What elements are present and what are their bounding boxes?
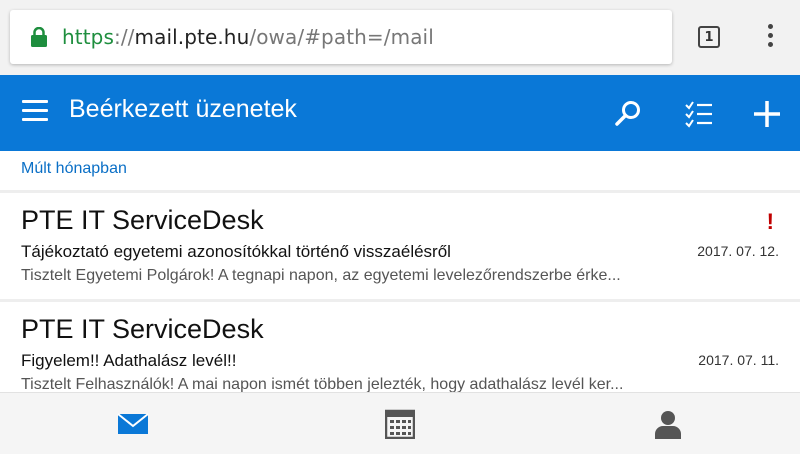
message-subject: Figyelem!! Adathalász levél!! [21,351,237,370]
nav-calendar[interactable] [360,393,440,454]
hamburger-icon[interactable] [22,100,48,122]
lock-icon [31,27,47,47]
folder-title: Beérkezett üzenetek [69,95,297,123]
message-item[interactable]: PTE IT ServiceDesk ! Tájékoztató egyetem… [0,193,800,300]
importance-flag-icon: ! [766,209,774,234]
app-header: Beérkezett üzenetek [0,75,800,151]
message-subject: Tájékoztató egyetemi azonosítókkal törté… [21,242,451,261]
section-header: Múlt hónapban [21,160,127,177]
url-separator: :// [113,25,135,49]
nav-people[interactable] [628,393,708,454]
address-bar[interactable]: https://mail.pte.hu/owa/#path=/mail [10,10,672,64]
url-host: mail.pte.hu [134,25,250,49]
mail-icon [117,412,149,434]
calendar-icon [385,409,415,439]
person-icon [655,410,681,439]
message-sender: PTE IT ServiceDesk [21,314,264,344]
browser-toolbar: https://mail.pte.hu/owa/#path=/mail 1 [0,0,800,75]
tab-switcher-button[interactable]: 1 [698,26,720,48]
bottom-navigation [0,392,800,454]
message-sender: PTE IT ServiceDesk [21,205,264,235]
message-date: 2017. 07. 12. [697,243,779,259]
message-date: 2017. 07. 11. [698,352,779,368]
message-preview: Tisztelt Egyetemi Polgárok! A tegnapi na… [21,267,621,284]
plus-icon[interactable] [752,99,782,129]
checklist-icon[interactable] [684,99,714,129]
search-icon[interactable] [613,99,643,129]
browser-menu-icon[interactable] [760,24,780,52]
nav-mail[interactable] [93,393,173,454]
url-text[interactable]: https://mail.pte.hu/owa/#path=/mail [62,25,434,49]
url-scheme: https [62,25,114,49]
url-path: /owa/#path=/mail [249,25,434,49]
